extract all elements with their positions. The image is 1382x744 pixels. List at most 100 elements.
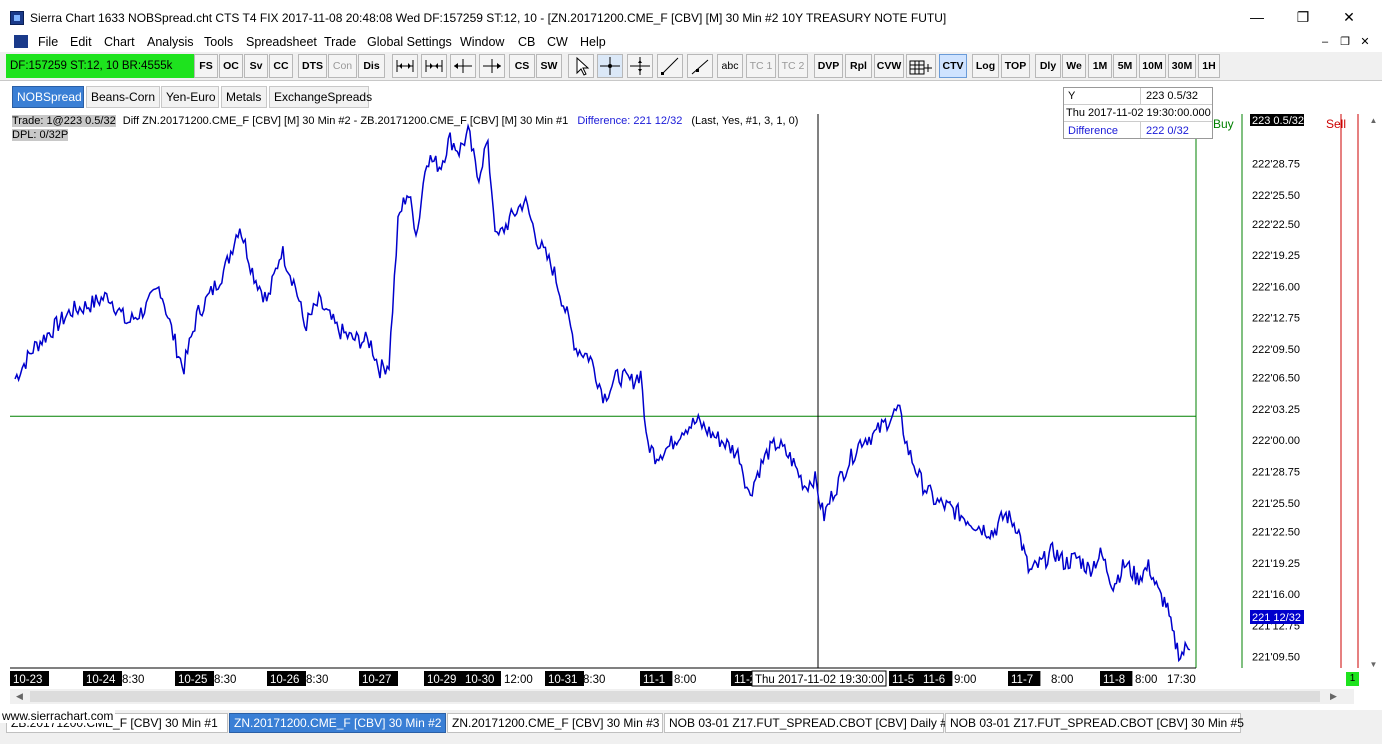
cvw-button[interactable]: CVW bbox=[874, 54, 904, 78]
oc-button[interactable]: OC bbox=[219, 54, 243, 78]
maximize-button[interactable]: ❐ bbox=[1280, 6, 1326, 28]
dvp-button[interactable]: DVP bbox=[814, 54, 843, 78]
1h-button[interactable]: 1H bbox=[1198, 54, 1220, 78]
last-price-label: 221 12/32 bbox=[1252, 612, 1301, 624]
scroll-right-icon[interactable] bbox=[479, 54, 505, 78]
sv-button[interactable]: Sv bbox=[244, 54, 268, 78]
window-tab-nob-30min[interactable]: NOB 03-01 Z17.FUT_SPREAD.CBOT [CBV] 30 M… bbox=[945, 713, 1244, 733]
y-tick-label: 221'28.75 bbox=[1252, 467, 1300, 479]
scroll-left-icon[interactable] bbox=[450, 54, 476, 78]
x-tick-label: 8:30 bbox=[583, 674, 605, 686]
menu-global-settings[interactable]: Global Settings bbox=[367, 34, 452, 51]
y-tick-label: 222'22.50 bbox=[1252, 219, 1300, 231]
tab-exchangespreads[interactable]: ExchangeSpreads bbox=[269, 86, 372, 108]
status-readout: DF:157259 ST:12, 10 BR:4555k bbox=[6, 54, 194, 78]
cs-button[interactable]: CS bbox=[509, 54, 535, 78]
5m-button[interactable]: 5M bbox=[1113, 54, 1137, 78]
ctv-button[interactable]: CTV bbox=[939, 54, 967, 78]
tooltip-y-value: 223 0.5/32 bbox=[1146, 90, 1198, 102]
y-tick-label: 221'25.50 bbox=[1252, 498, 1300, 510]
x-tick-label: 10-29 bbox=[427, 674, 456, 686]
mdi-restore-button[interactable]: ❐ bbox=[1336, 34, 1354, 50]
x-tick-label: 8:30 bbox=[306, 674, 328, 686]
30m-button[interactable]: 30M bbox=[1168, 54, 1196, 78]
line-tool-icon[interactable] bbox=[657, 54, 683, 78]
dis-button[interactable]: Dis bbox=[358, 54, 385, 78]
tc1-button[interactable]: TC 1 bbox=[746, 54, 776, 78]
zoom-out-icon[interactable] bbox=[421, 54, 447, 78]
sw-button[interactable]: SW bbox=[536, 54, 562, 78]
x-tick-label: 10-27 bbox=[362, 674, 391, 686]
window-title: Sierra Chart 1633 NOBSpread.cht CTS T4 F… bbox=[30, 11, 947, 25]
menu-chart[interactable]: Chart bbox=[104, 34, 135, 51]
mdi-minimize-button[interactable]: – bbox=[1316, 34, 1334, 50]
tc2-button[interactable]: TC 2 bbox=[778, 54, 808, 78]
scroll-up-arrow-icon[interactable]: ▲ bbox=[1366, 114, 1381, 128]
menu-trade[interactable]: Trade bbox=[324, 34, 356, 51]
tab-beans-corn[interactable]: Beans-Corn bbox=[86, 86, 160, 108]
x-tick-label: 10-26 bbox=[270, 674, 299, 686]
crosshair-icon[interactable] bbox=[597, 54, 623, 78]
chart-window-icon[interactable] bbox=[14, 35, 28, 48]
ray-tool-icon[interactable] bbox=[687, 54, 713, 78]
tooltip-difference-value: 222 0/32 bbox=[1146, 125, 1189, 137]
crosshair-alt-icon[interactable] bbox=[627, 54, 653, 78]
x-tick-label: 9:00 bbox=[954, 674, 976, 686]
menu-tools[interactable]: Tools bbox=[204, 34, 233, 51]
window-tab-zn[interactable]: ZN.20171200.CME_F [CBV] 30 Min #2 bbox=[229, 713, 446, 733]
grid-icon[interactable] bbox=[906, 54, 936, 78]
weekly-button[interactable]: We bbox=[1062, 54, 1086, 78]
chart-region-indicator[interactable]: 1 bbox=[1346, 672, 1359, 686]
log-button[interactable]: Log bbox=[972, 54, 999, 78]
x-tick-label: 8:30 bbox=[214, 674, 236, 686]
con-button[interactable]: Con bbox=[328, 54, 357, 78]
minimize-button[interactable]: — bbox=[1234, 6, 1280, 28]
rpl-button[interactable]: Rpl bbox=[845, 54, 872, 78]
fs-button[interactable]: FS bbox=[194, 54, 218, 78]
menu-cw[interactable]: CW bbox=[547, 34, 568, 51]
tooltip-y-label: Y bbox=[1068, 90, 1076, 102]
window-tab-zn-3[interactable]: ZN.20171200.CME_F [CBV] 30 Min #3 bbox=[447, 713, 663, 733]
cc-button[interactable]: CC bbox=[269, 54, 293, 78]
text-tool-button[interactable]: abc bbox=[717, 54, 743, 78]
app-icon bbox=[10, 11, 24, 25]
x-tick-label: 11-7 bbox=[1011, 674, 1033, 686]
tab-metals[interactable]: Metals bbox=[221, 86, 267, 108]
horizontal-scroll-thumb[interactable] bbox=[30, 691, 1320, 702]
scroll-right-arrow-icon[interactable]: ▶ bbox=[1326, 689, 1341, 704]
menu-help[interactable]: Help bbox=[580, 34, 606, 51]
x-tick-label: 11-6 bbox=[923, 674, 945, 686]
pointer-icon[interactable] bbox=[568, 54, 594, 78]
menu-edit[interactable]: Edit bbox=[70, 34, 92, 51]
tab-yen-euro[interactable]: Yen-Euro bbox=[161, 86, 219, 108]
top-price-label: 223 0.5/32 bbox=[1252, 115, 1304, 127]
x-tick-label: 11-8 bbox=[1103, 674, 1125, 686]
x-tick-label: 12:00 bbox=[504, 674, 533, 686]
dly-button[interactable]: Dly bbox=[1035, 54, 1061, 78]
chart-info-line: Trade: 1@223 0.5/32 Diff ZN.20171200.CME… bbox=[12, 115, 798, 127]
menu-analysis[interactable]: Analysis bbox=[147, 34, 194, 51]
menu-spreadsheet[interactable]: Spreadsheet bbox=[246, 34, 317, 51]
close-button[interactable]: ✕ bbox=[1326, 6, 1372, 28]
10m-button[interactable]: 10M bbox=[1139, 54, 1166, 78]
window-tab-nob-daily[interactable]: NOB 03-01 Z17.FUT_SPREAD.CBOT [CBV] Dail… bbox=[664, 713, 954, 733]
chart-region[interactable]: 222'28.75 222'25.50 222'22.50 222'19.25 222'… bbox=[10, 114, 1359, 687]
1m-button[interactable]: 1M bbox=[1088, 54, 1112, 78]
menu-cb[interactable]: CB bbox=[518, 34, 535, 51]
difference-label: Difference: 221 12/32 bbox=[577, 115, 683, 127]
tab-nobspread[interactable]: NOBSpread bbox=[12, 86, 84, 108]
x-tick-label: 11-5 bbox=[892, 674, 914, 686]
zoom-in-icon[interactable] bbox=[392, 54, 418, 78]
y-tick-label: 221'09.50 bbox=[1252, 652, 1300, 664]
scroll-left-arrow-icon[interactable]: ◀ bbox=[12, 689, 27, 704]
menu-file[interactable]: File bbox=[38, 34, 58, 51]
dts-button[interactable]: DTS bbox=[298, 54, 327, 78]
scroll-down-arrow-icon[interactable]: ▼ bbox=[1366, 658, 1381, 672]
top-button[interactable]: TOP bbox=[1001, 54, 1030, 78]
mdi-close-button[interactable]: ✕ bbox=[1356, 34, 1374, 50]
x-tick-label: 10-23 bbox=[13, 674, 42, 686]
price-chart[interactable]: 222'28.75 222'25.50 222'22.50 222'19.25 222'… bbox=[10, 114, 1382, 694]
tooltip-datetime: Thu 2017-11-02 19:30:00.000 bbox=[1066, 107, 1211, 119]
vertical-scrollbar[interactable] bbox=[1366, 114, 1382, 694]
menu-window[interactable]: Window bbox=[460, 34, 504, 51]
